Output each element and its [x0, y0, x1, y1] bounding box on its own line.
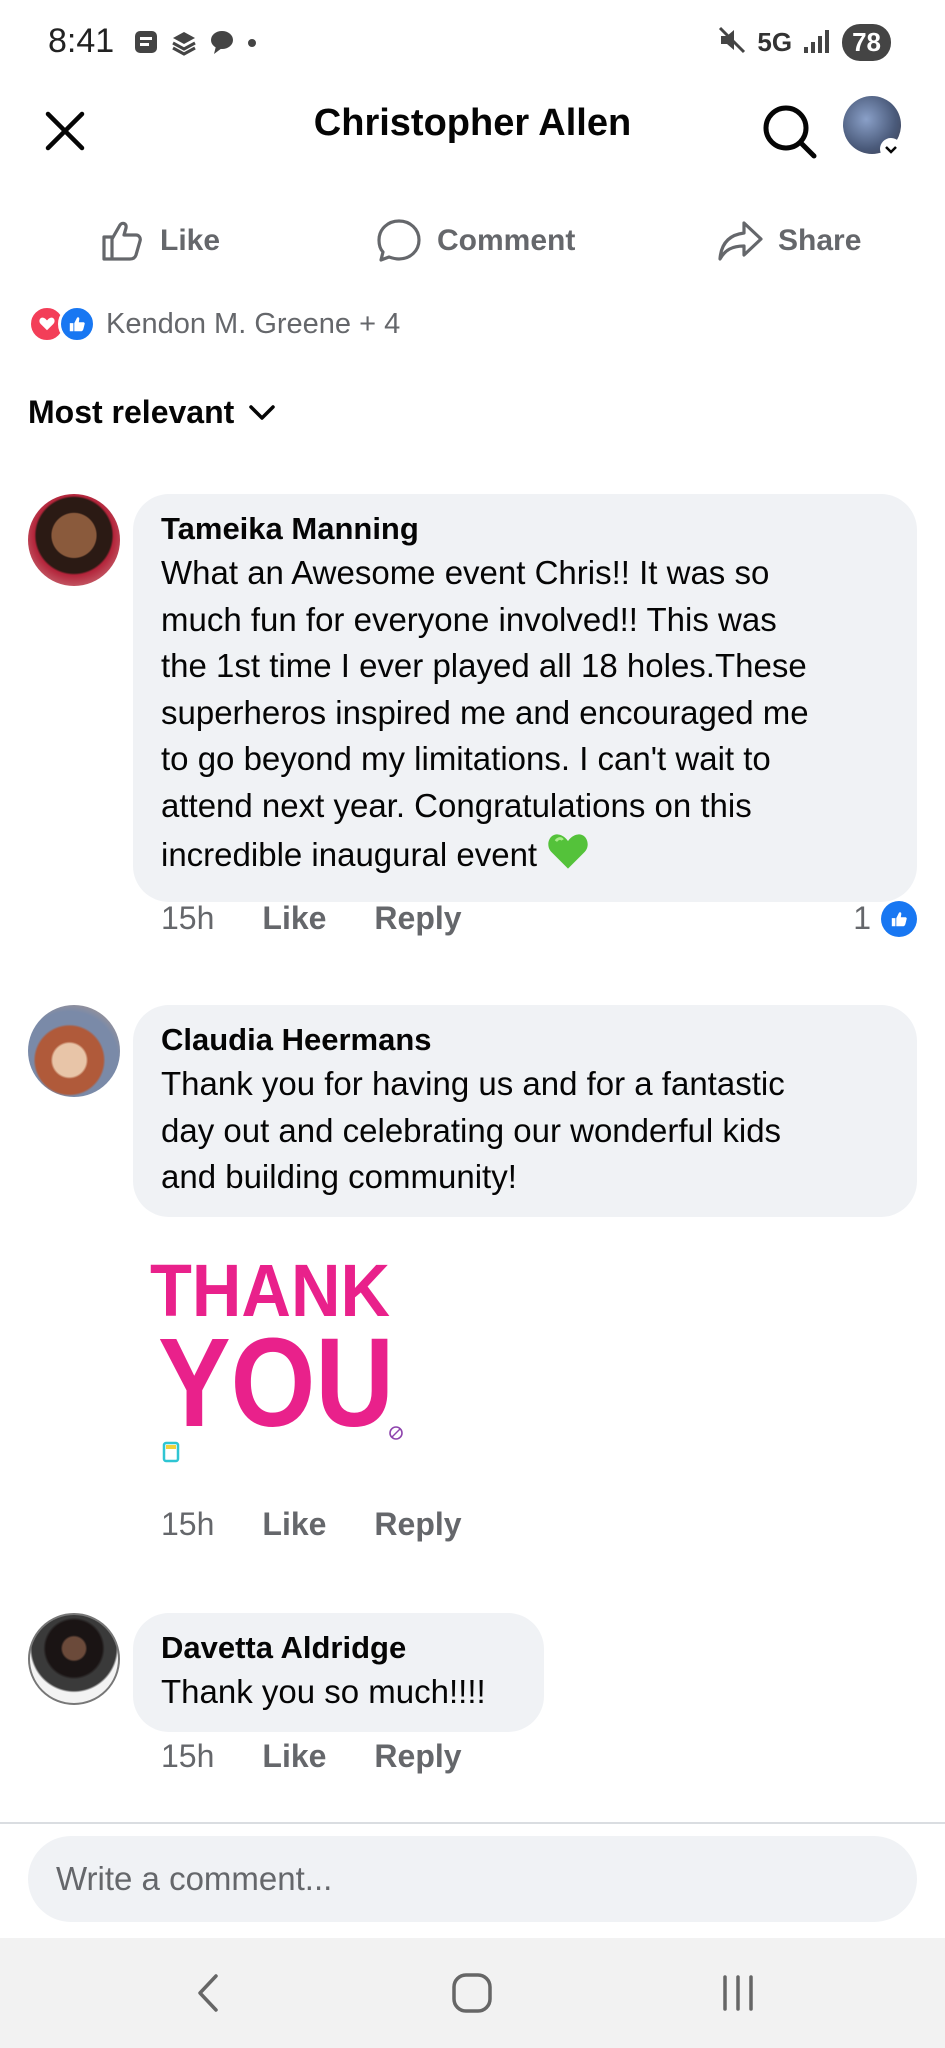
comment-input[interactable]: Write a comment... — [28, 1836, 917, 1922]
comment-text: What an Awesome event Chris!! It was so … — [161, 550, 889, 886]
comment-like-button[interactable]: Like — [262, 900, 326, 937]
chat-notification-icon — [208, 28, 236, 56]
thank-you-sticker[interactable]: THANK YOU — [148, 1249, 408, 1470]
reactions-summary[interactable]: Kendon M. Greene + 4 — [28, 304, 400, 344]
status-right: 5G 78 — [717, 24, 891, 61]
comment-icon — [377, 219, 421, 262]
share-button[interactable]: Share — [716, 210, 861, 272]
back-icon — [198, 1974, 218, 2012]
comment-bubble: Claudia Heermans Thank you for having us… — [133, 1005, 917, 1217]
reactions-text: Kendon M. Greene + 4 — [106, 307, 401, 340]
share-icon — [718, 221, 763, 261]
comment-bubble: Tameika Manning What an Awesome event Ch… — [133, 494, 917, 902]
search-button[interactable] — [760, 102, 818, 160]
green-heart-icon — [546, 829, 590, 886]
system-nav-bar — [0, 1938, 945, 2048]
status-bar: 8:41 5G 78 — [0, 0, 945, 88]
header: Christopher Allen — [0, 88, 945, 200]
divider — [0, 1822, 945, 1824]
comment-meta: 15h Like Reply — [161, 900, 462, 937]
app-notification-icon — [132, 28, 160, 56]
network-label: 5G — [757, 27, 793, 57]
sticker-line2: YOU — [158, 1312, 394, 1453]
like-count-value: 1 — [853, 900, 871, 936]
post-actions: Like Comment Share — [0, 210, 945, 272]
comment-reply-button[interactable]: Reply — [374, 1738, 461, 1775]
comment-input-placeholder: Write a comment... — [56, 1860, 333, 1897]
mute-icon — [717, 25, 747, 60]
comment-meta: 15h Like Reply — [161, 1738, 462, 1775]
sort-dropdown[interactable]: Most relevant — [28, 394, 278, 431]
share-label: Share — [778, 224, 862, 257]
like-button[interactable]: Like — [98, 210, 220, 272]
like-reaction-icon — [881, 900, 917, 937]
comment-text: Thank you so much!!!! — [161, 1673, 486, 1710]
avatar[interactable] — [28, 494, 120, 586]
avatar[interactable] — [28, 1005, 120, 1097]
comment-label: Comment — [437, 224, 576, 257]
home-button[interactable] — [442, 1968, 502, 2018]
chevron-down-icon[interactable] — [880, 138, 902, 160]
avatar[interactable] — [28, 1613, 120, 1705]
back-button[interactable] — [178, 1968, 238, 2018]
comment-like-button[interactable]: Like — [262, 1738, 326, 1775]
comment-time: 15h — [161, 900, 215, 936]
like-label: Like — [160, 224, 221, 257]
comment-reply-button[interactable]: Reply — [374, 1506, 461, 1543]
search-icon — [763, 105, 817, 159]
battery-indicator: 78 — [842, 24, 891, 61]
stack-notification-icon — [170, 28, 198, 56]
comment-time: 15h — [161, 1506, 215, 1542]
comment-time: 15h — [161, 1738, 215, 1774]
comment-meta: 15h Like Reply — [161, 1506, 462, 1543]
comment-author[interactable]: Tameika Manning — [161, 508, 889, 550]
notification-icons — [132, 28, 258, 56]
dot-icon — [246, 28, 258, 56]
comment-text: Thank you for having us and for a fantas… — [161, 1065, 785, 1195]
comment-like-count[interactable]: 1 — [853, 900, 917, 937]
comment-reply-button[interactable]: Reply — [374, 900, 461, 937]
recents-button[interactable] — [708, 1968, 768, 2018]
home-icon — [452, 1973, 492, 2013]
status-time: 8:41 — [48, 22, 115, 60]
comment-bubble: Davetta Aldridge Thank you so much!!!! — [133, 1613, 544, 1732]
sort-label: Most relevant — [28, 394, 235, 430]
chevron-down-icon — [249, 404, 276, 420]
comment-author[interactable]: Claudia Heermans — [161, 1019, 889, 1061]
thumbs-up-icon — [102, 221, 142, 261]
signal-icon — [802, 25, 832, 60]
comment-button[interactable]: Comment — [375, 210, 575, 272]
comment-like-button[interactable]: Like — [262, 1506, 326, 1543]
like-reaction-icon — [58, 305, 96, 343]
comment-author[interactable]: Davetta Aldridge — [161, 1627, 516, 1669]
recents-icon — [723, 1975, 753, 2011]
